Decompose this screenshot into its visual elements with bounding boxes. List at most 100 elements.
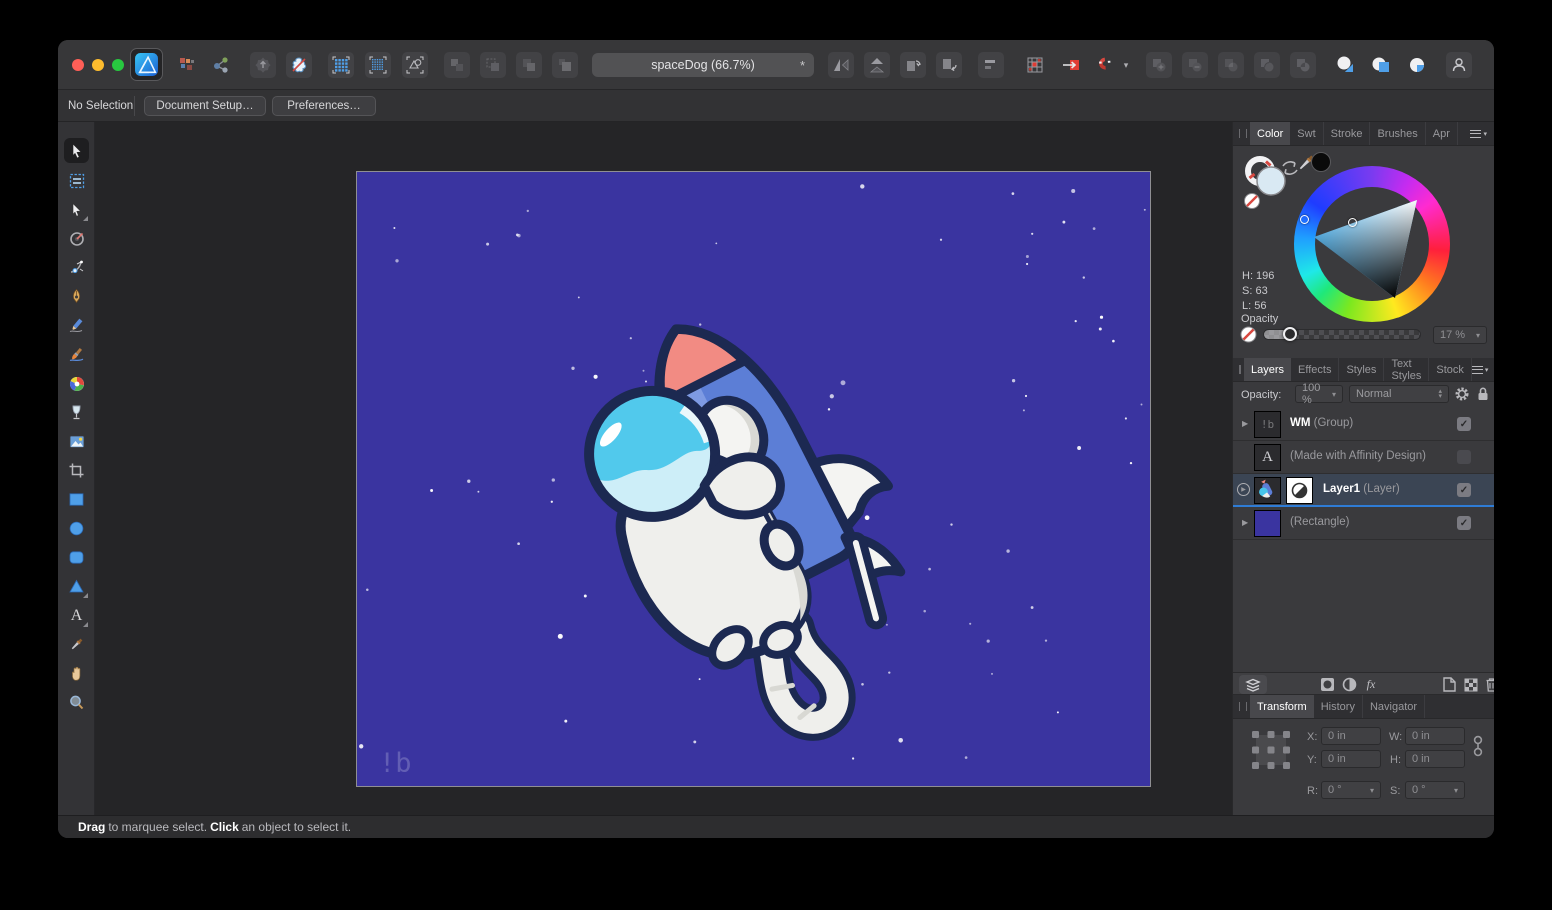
pencil-tool[interactable] [64, 313, 89, 338]
rectangle-tool[interactable] [64, 487, 89, 512]
layer-thumbnail[interactable]: A [1254, 444, 1281, 471]
select-objects-button[interactable] [402, 52, 428, 78]
delete-layer-button[interactable] [1481, 675, 1494, 694]
canvas-area[interactable]: !b [95, 122, 1232, 815]
s-field[interactable]: 0 ° ▾ [1405, 781, 1465, 799]
panel-grip[interactable] [1239, 365, 1241, 374]
opacity-value-field[interactable]: 17 % ▾ [1433, 326, 1487, 344]
new-pixel-layer-button[interactable] [1461, 675, 1481, 694]
layer-mask-thumbnail[interactable] [1286, 477, 1313, 504]
layer-effects-button[interactable]: fx [1361, 675, 1381, 694]
layer-settings-gear-icon[interactable] [1454, 386, 1470, 402]
tab-styles[interactable]: Styles [1339, 358, 1385, 381]
pixel-alignment-button[interactable] [1022, 52, 1048, 78]
insert-inside-button[interactable] [1404, 52, 1430, 78]
layer-thumbnail[interactable] [1254, 510, 1281, 537]
hsl-triangle[interactable] [1294, 166, 1450, 322]
opacity-none-icon[interactable] [1240, 326, 1257, 343]
tab-text-styles[interactable]: Text Styles [1384, 358, 1430, 382]
document-setup-button[interactable]: Document Setup… [144, 96, 266, 116]
alignment-button[interactable] [978, 52, 1004, 78]
transparency-tool[interactable] [64, 400, 89, 425]
layer-visibility-checkbox[interactable]: ✓ [1457, 483, 1471, 497]
tab-brushes[interactable]: Brushes [1370, 122, 1426, 145]
boolean-subtract-button[interactable] [1182, 52, 1208, 78]
tab-color[interactable]: Color [1250, 122, 1291, 145]
view-tool[interactable] [64, 661, 89, 686]
layer-thumbnail[interactable]: !b [1254, 411, 1281, 438]
export-persona-button[interactable] [208, 52, 234, 78]
layer-row-watermark-text[interactable]: A (Made with Affinity Design) ✓ [1233, 441, 1494, 474]
arrange-back-button[interactable] [444, 52, 470, 78]
move-whole-pixels-button[interactable] [1058, 52, 1084, 78]
layer-row-rectangle[interactable]: ▶ (Rectangle) ✓ [1233, 507, 1494, 540]
rotate-clockwise-button[interactable] [936, 52, 962, 78]
new-layer-button[interactable] [1439, 675, 1459, 694]
minimize-window-button[interactable] [92, 59, 104, 71]
point-transform-tool[interactable] [64, 226, 89, 251]
place-image-tool[interactable] [64, 429, 89, 454]
pen-tool[interactable] [64, 284, 89, 309]
triangle-shape-tool[interactable] [64, 574, 89, 599]
snapping-dropdown-arrow[interactable]: ▾ [1118, 52, 1134, 78]
tab-stroke[interactable]: Stroke [1324, 122, 1371, 145]
expand-arrow-icon[interactable]: ▶ [1242, 419, 1248, 428]
rotate-counterclockwise-button[interactable] [900, 52, 926, 78]
layer-thumbnail[interactable] [1254, 477, 1281, 504]
fill-color-swatch[interactable] [1256, 166, 1286, 196]
saturation-lightness-marker[interactable] [1348, 218, 1357, 227]
designer-persona-button[interactable] [130, 48, 163, 81]
account-button[interactable] [1446, 52, 1472, 78]
node-tool[interactable] [64, 197, 89, 222]
arrange-forward-button[interactable] [516, 52, 542, 78]
color-picker-tool[interactable] [64, 632, 89, 657]
preferences-button[interactable]: Preferences… [272, 96, 376, 116]
hue-marker[interactable] [1300, 215, 1309, 224]
snapping-button[interactable] [1092, 52, 1118, 78]
document-title-field[interactable]: spaceDog (66.7%) * [592, 53, 814, 77]
artboard-canvas[interactable]: !b [357, 172, 1150, 786]
show-grid-button[interactable] [328, 52, 354, 78]
color-panel-menu[interactable]: ▾ [1470, 122, 1494, 145]
insert-on-top-button[interactable] [1368, 52, 1394, 78]
opacity-slider-knob[interactable] [1283, 327, 1297, 341]
layer-visibility-checkbox[interactable]: ✓ [1457, 450, 1471, 464]
blend-mode-field[interactable]: Normal ▴ ▾ [1349, 385, 1449, 403]
expand-arrow-icon[interactable]: ▶ [1237, 483, 1250, 496]
expand-arrow-icon[interactable]: ▶ [1242, 518, 1248, 527]
tab-navigator[interactable]: Navigator [1363, 695, 1426, 718]
tab-swatches[interactable]: Swt [1290, 122, 1324, 145]
tab-effects[interactable]: Effects [1291, 358, 1340, 381]
panel-grip[interactable] [1239, 702, 1247, 711]
share-button[interactable] [250, 52, 276, 78]
tab-layers[interactable]: Layers [1244, 358, 1292, 381]
artboard-tool[interactable] [64, 168, 89, 193]
zoom-window-button[interactable] [112, 59, 124, 71]
pixel-persona-button[interactable] [174, 52, 200, 78]
close-window-button[interactable] [72, 59, 84, 71]
vector-crop-tool[interactable] [64, 458, 89, 483]
layers-panel-menu[interactable]: ▾ [1471, 358, 1494, 381]
insert-behind-button[interactable] [1332, 52, 1358, 78]
fill-tool[interactable] [64, 371, 89, 396]
tab-stock[interactable]: Stock [1429, 358, 1472, 381]
link-dimensions-icon[interactable] [1473, 734, 1483, 762]
tab-transform[interactable]: Transform [1250, 695, 1314, 718]
ellipse-tool[interactable] [64, 516, 89, 541]
arrange-backward-button[interactable] [480, 52, 506, 78]
transform-anchor-selector[interactable] [1249, 728, 1293, 772]
boolean-combine-button[interactable] [1290, 52, 1316, 78]
zoom-tool[interactable] [64, 690, 89, 715]
artistic-text-tool[interactable]: A [64, 603, 89, 628]
flip-horizontal-button[interactable] [828, 52, 854, 78]
unclip-canvas-button[interactable] [286, 52, 312, 78]
panel-grip[interactable] [1239, 129, 1247, 138]
boolean-add-button[interactable] [1146, 52, 1172, 78]
arrange-front-button[interactable] [552, 52, 578, 78]
vector-brush-tool[interactable] [64, 342, 89, 367]
layer-visibility-checkbox[interactable]: ✓ [1457, 417, 1471, 431]
color-wheel[interactable] [1294, 166, 1450, 322]
layer-visibility-checkbox[interactable]: ✓ [1457, 516, 1471, 530]
corner-tool[interactable] [64, 255, 89, 280]
layer-row-layer1[interactable]: ▶ Layer1 (Layer) ✓ [1233, 474, 1494, 507]
